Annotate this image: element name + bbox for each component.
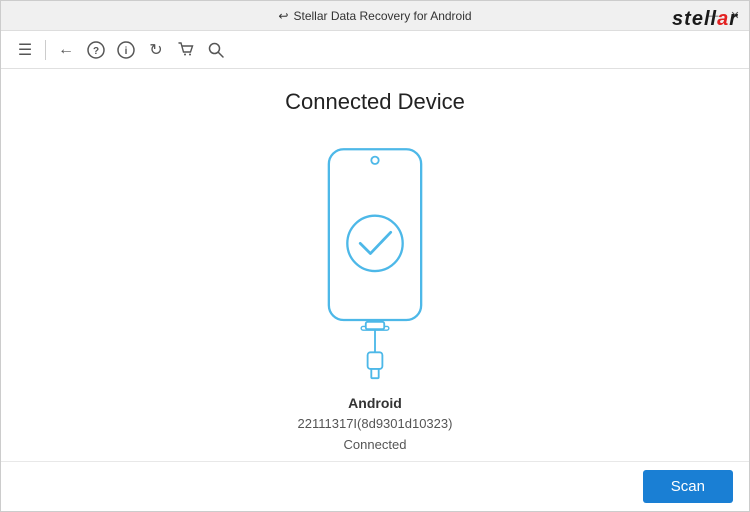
device-name: Android (298, 392, 453, 414)
info-button[interactable]: i (112, 36, 140, 64)
help-button[interactable]: ? (82, 36, 110, 64)
toolbar: ☰ ← ? i ↻ stellar (1, 31, 749, 69)
brand-text-stellar: stel (672, 8, 710, 30)
device-status: Connected (298, 435, 453, 456)
search-icon (207, 41, 225, 59)
refresh-button[interactable]: ↻ (142, 36, 170, 64)
device-info: Android 22111317I(8d9301d10323) Connecte… (298, 392, 453, 456)
toolbar-divider (45, 40, 46, 60)
title-back-icon: ↩ (278, 9, 288, 23)
title-bar: ↩ Stellar Data Recovery for Android — ✕ (1, 1, 749, 31)
search-button[interactable] (202, 36, 230, 64)
cart-button[interactable] (172, 36, 200, 64)
footer: Scan (1, 461, 749, 511)
page-title: Connected Device (285, 89, 465, 115)
svg-text:i: i (125, 46, 128, 57)
scan-button[interactable]: Scan (643, 470, 733, 503)
brand-dot: a (717, 8, 729, 30)
cart-icon (177, 41, 195, 59)
menu-button[interactable]: ☰ (11, 36, 39, 64)
brand-logo: stellar (672, 8, 738, 31)
device-id: 22111317I(8d9301d10323) (298, 414, 453, 435)
title-bar-center: ↩ Stellar Data Recovery for Android (278, 9, 471, 23)
info-icon: i (117, 41, 135, 59)
help-icon: ? (87, 41, 105, 59)
brand-text-r: r (729, 8, 738, 30)
back-button[interactable]: ← (52, 36, 80, 64)
phone-illustration (305, 140, 445, 380)
svg-text:?: ? (93, 46, 99, 57)
app-title: Stellar Data Recovery for Android (293, 9, 471, 23)
phone-container: Android 22111317I(8d9301d10323) Connecte… (298, 140, 453, 456)
main-content: Connected Device Android (1, 69, 749, 461)
